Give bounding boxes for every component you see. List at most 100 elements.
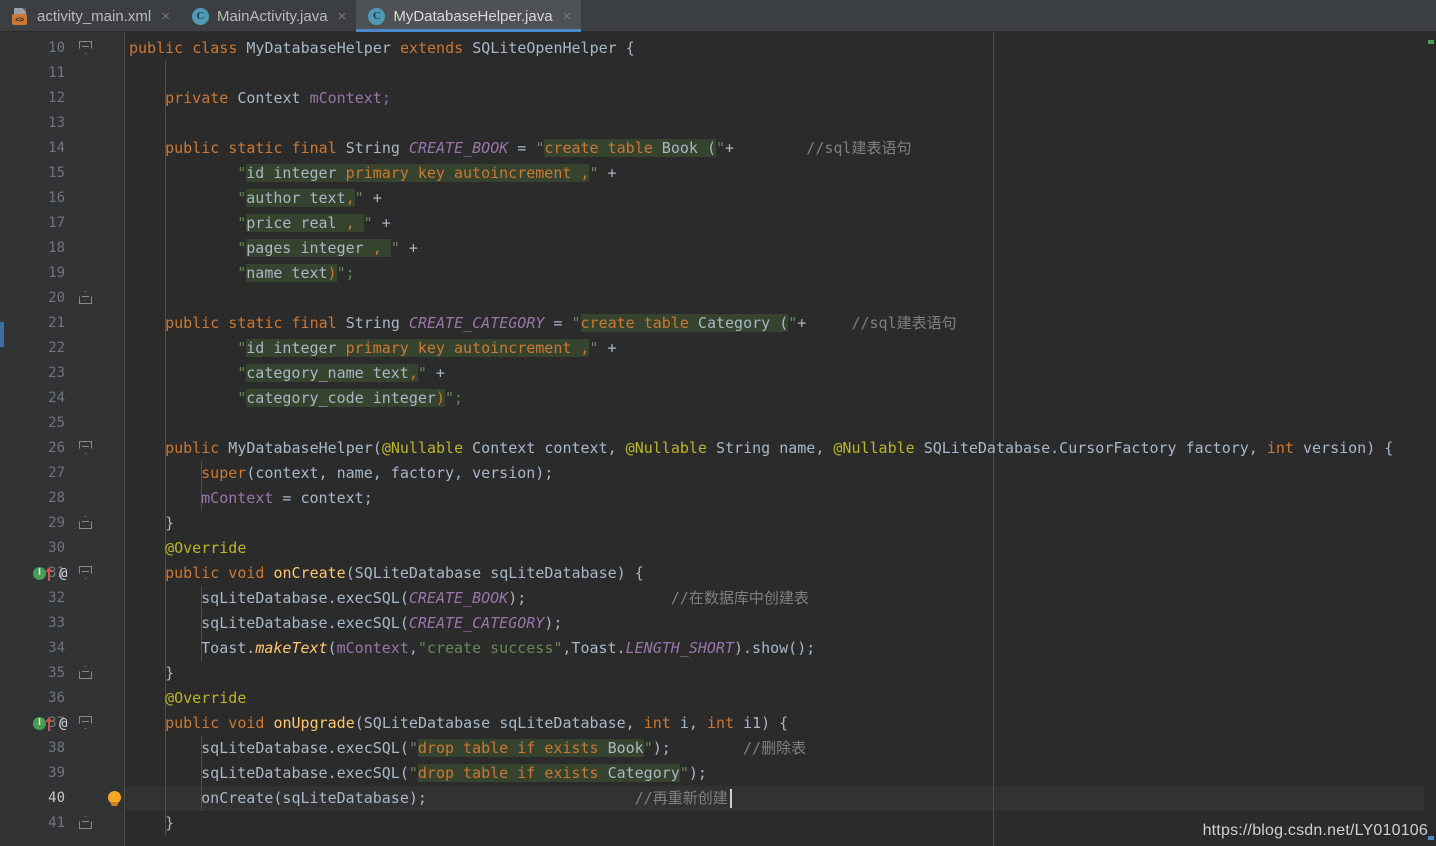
code-token: Context context, bbox=[463, 439, 626, 457]
code-token: void bbox=[228, 714, 274, 732]
gutter-marker-group[interactable] bbox=[107, 786, 122, 811]
annotation-strip[interactable] bbox=[0, 32, 10, 846]
code-line[interactable]: super(context, name, factory, version); bbox=[201, 461, 553, 486]
vcs-change-marker[interactable] bbox=[0, 322, 4, 347]
line-number: 13 bbox=[48, 115, 65, 131]
code-line[interactable]: } bbox=[165, 511, 174, 536]
code-line[interactable]: "price real , " + bbox=[237, 211, 391, 236]
code-fold-handle-end[interactable] bbox=[79, 286, 92, 311]
code-line[interactable]: "pages integer , " + bbox=[237, 236, 418, 261]
code-line[interactable]: onCreate(sqLiteDatabase); //再重新创建 bbox=[201, 786, 728, 811]
code-token: static bbox=[228, 139, 292, 157]
code-line[interactable]: public MyDatabaseHelper(@Nullable Contex… bbox=[165, 436, 1393, 461]
code-line[interactable]: sqLiteDatabase.execSQL(CREATE_CATEGORY); bbox=[201, 611, 562, 636]
annotation-at-icon[interactable]: @ bbox=[59, 716, 67, 732]
code-line[interactable]: @Override bbox=[165, 536, 246, 561]
code-fold-handle-open[interactable] bbox=[79, 36, 92, 61]
code-token: author text bbox=[246, 189, 346, 207]
editor-tab-bar: <> activity_main.xml × C MainActivity.java × C… bbox=[0, 0, 1436, 32]
code-line[interactable]: sqLiteDatabase.execSQL("drop table if ex… bbox=[201, 761, 707, 786]
code-line[interactable]: @Override bbox=[165, 686, 246, 711]
code-token: ( bbox=[327, 639, 337, 657]
editor-tab-mydatabasehelper-java[interactable]: C MyDatabaseHelper.java × bbox=[356, 0, 582, 32]
code-fold-handle-end[interactable] bbox=[79, 661, 92, 686]
code-token: = bbox=[544, 314, 572, 332]
code-token: ( bbox=[372, 439, 382, 457]
editor-tab-label: MyDatabaseHelper.java bbox=[393, 7, 553, 25]
line-number: 30 bbox=[48, 540, 65, 556]
code-line[interactable]: "id integer primary key autoincrement ,"… bbox=[237, 336, 617, 361]
line-number: 16 bbox=[48, 190, 65, 206]
code-fold-handle-open[interactable] bbox=[79, 436, 92, 461]
code-line[interactable]: sqLiteDatabase.execSQL(CREATE_BOOK); //在… bbox=[201, 586, 809, 611]
code-token: //sql建表语句 bbox=[851, 314, 957, 332]
error-stripe-marker[interactable] bbox=[1428, 836, 1434, 840]
code-token: " bbox=[408, 764, 418, 782]
gutter-marker-group[interactable]: @ bbox=[33, 711, 67, 736]
code-fold-handle-open[interactable] bbox=[79, 711, 92, 736]
editor-tab-activity-main-xml[interactable]: <> activity_main.xml × bbox=[0, 0, 180, 32]
code-token: onCreate bbox=[201, 789, 274, 807]
line-number: 11 bbox=[48, 65, 65, 81]
code-token: @Nullable bbox=[625, 439, 707, 457]
code-token: public bbox=[129, 39, 193, 57]
code-line[interactable]: sqLiteDatabase.execSQL("drop table if ex… bbox=[201, 736, 806, 761]
code-token: Context bbox=[237, 89, 310, 107]
code-line[interactable]: mContext = context; bbox=[201, 486, 373, 511]
code-fold-handle-open[interactable] bbox=[79, 561, 92, 586]
line-number: 34 bbox=[48, 640, 65, 656]
code-fold-handle-end[interactable] bbox=[79, 811, 92, 836]
code-line[interactable]: "name text)"; bbox=[237, 261, 355, 286]
error-stripe-marker[interactable] bbox=[1428, 40, 1434, 44]
code-token: } bbox=[165, 664, 175, 682]
code-line[interactable]: public void onUpgrade(SQLiteDatabase sqL… bbox=[165, 711, 788, 736]
code-token: " bbox=[354, 189, 364, 207]
code-token: @Override bbox=[165, 689, 247, 707]
code-text-area[interactable]: public class MyDatabaseHelper extends SQ… bbox=[125, 32, 1436, 846]
tab-close-icon[interactable]: × bbox=[336, 9, 347, 24]
code-token: + bbox=[598, 339, 617, 357]
line-number: 18 bbox=[48, 240, 65, 256]
code-line[interactable]: private Context mContext; bbox=[165, 86, 391, 111]
code-token: String name, bbox=[706, 439, 834, 457]
tab-close-icon[interactable]: × bbox=[159, 9, 170, 24]
code-token: public bbox=[165, 564, 229, 582]
annotation-at-icon[interactable]: @ bbox=[59, 566, 67, 582]
code-token: onUpgrade bbox=[273, 714, 355, 732]
code-line[interactable]: Toast.makeText(mContext,"create success"… bbox=[201, 636, 815, 661]
code-token: int bbox=[706, 714, 735, 732]
code-line[interactable]: } bbox=[165, 811, 174, 836]
override-arrow-icon[interactable] bbox=[45, 566, 54, 581]
error-stripe[interactable] bbox=[1424, 32, 1436, 846]
code-line[interactable]: public class MyDatabaseHelper extends SQ… bbox=[129, 36, 635, 61]
code-token: LENGTH_SHORT bbox=[625, 639, 734, 657]
code-editor[interactable]: 10 11 12 13 14 15 16 17 18 19 20 21 22 23 24 25 26 27 28 29… bbox=[0, 32, 1436, 846]
code-fold-handle-end[interactable] bbox=[79, 511, 92, 536]
code-token: MyDatabaseHelper bbox=[246, 39, 400, 57]
code-token: private bbox=[165, 89, 238, 107]
line-number: 15 bbox=[48, 165, 65, 181]
editor-tab-mainactivity-java[interactable]: C MainActivity.java × bbox=[180, 0, 356, 32]
code-line[interactable]: "id integer primary key autoincrement ,"… bbox=[237, 161, 617, 186]
code-token: " bbox=[679, 764, 689, 782]
code-token: ).show(); bbox=[734, 639, 816, 657]
code-line[interactable]: public static final String CREATE_CATEGO… bbox=[165, 311, 957, 336]
code-line[interactable]: "category_code integer)"; bbox=[237, 386, 463, 411]
code-token: final bbox=[291, 314, 346, 332]
tab-close-icon[interactable]: × bbox=[561, 9, 572, 24]
code-line[interactable]: } bbox=[165, 661, 174, 686]
code-line[interactable]: public static final String CREATE_BOOK =… bbox=[165, 136, 911, 161]
code-line[interactable]: public void onCreate(SQLiteDatabase sqLi… bbox=[165, 561, 644, 586]
code-token: drop table if exists bbox=[417, 764, 608, 782]
watermark-url: https://blog.csdn.net/LY010106 bbox=[1202, 822, 1428, 839]
code-token: Toast. bbox=[201, 639, 256, 657]
line-number: 39 bbox=[48, 765, 65, 781]
code-token: //再重新创建 bbox=[634, 789, 728, 807]
code-line[interactable]: "category_name text," + bbox=[237, 361, 445, 386]
marker-gutter[interactable]: @@ bbox=[33, 32, 159, 846]
gutter-marker-group[interactable]: @ bbox=[33, 561, 67, 586]
override-arrow-icon[interactable] bbox=[45, 716, 54, 731]
code-token: " bbox=[237, 214, 247, 232]
code-line[interactable]: "author text," + bbox=[237, 186, 382, 211]
intention-bulb-icon[interactable] bbox=[107, 790, 122, 807]
